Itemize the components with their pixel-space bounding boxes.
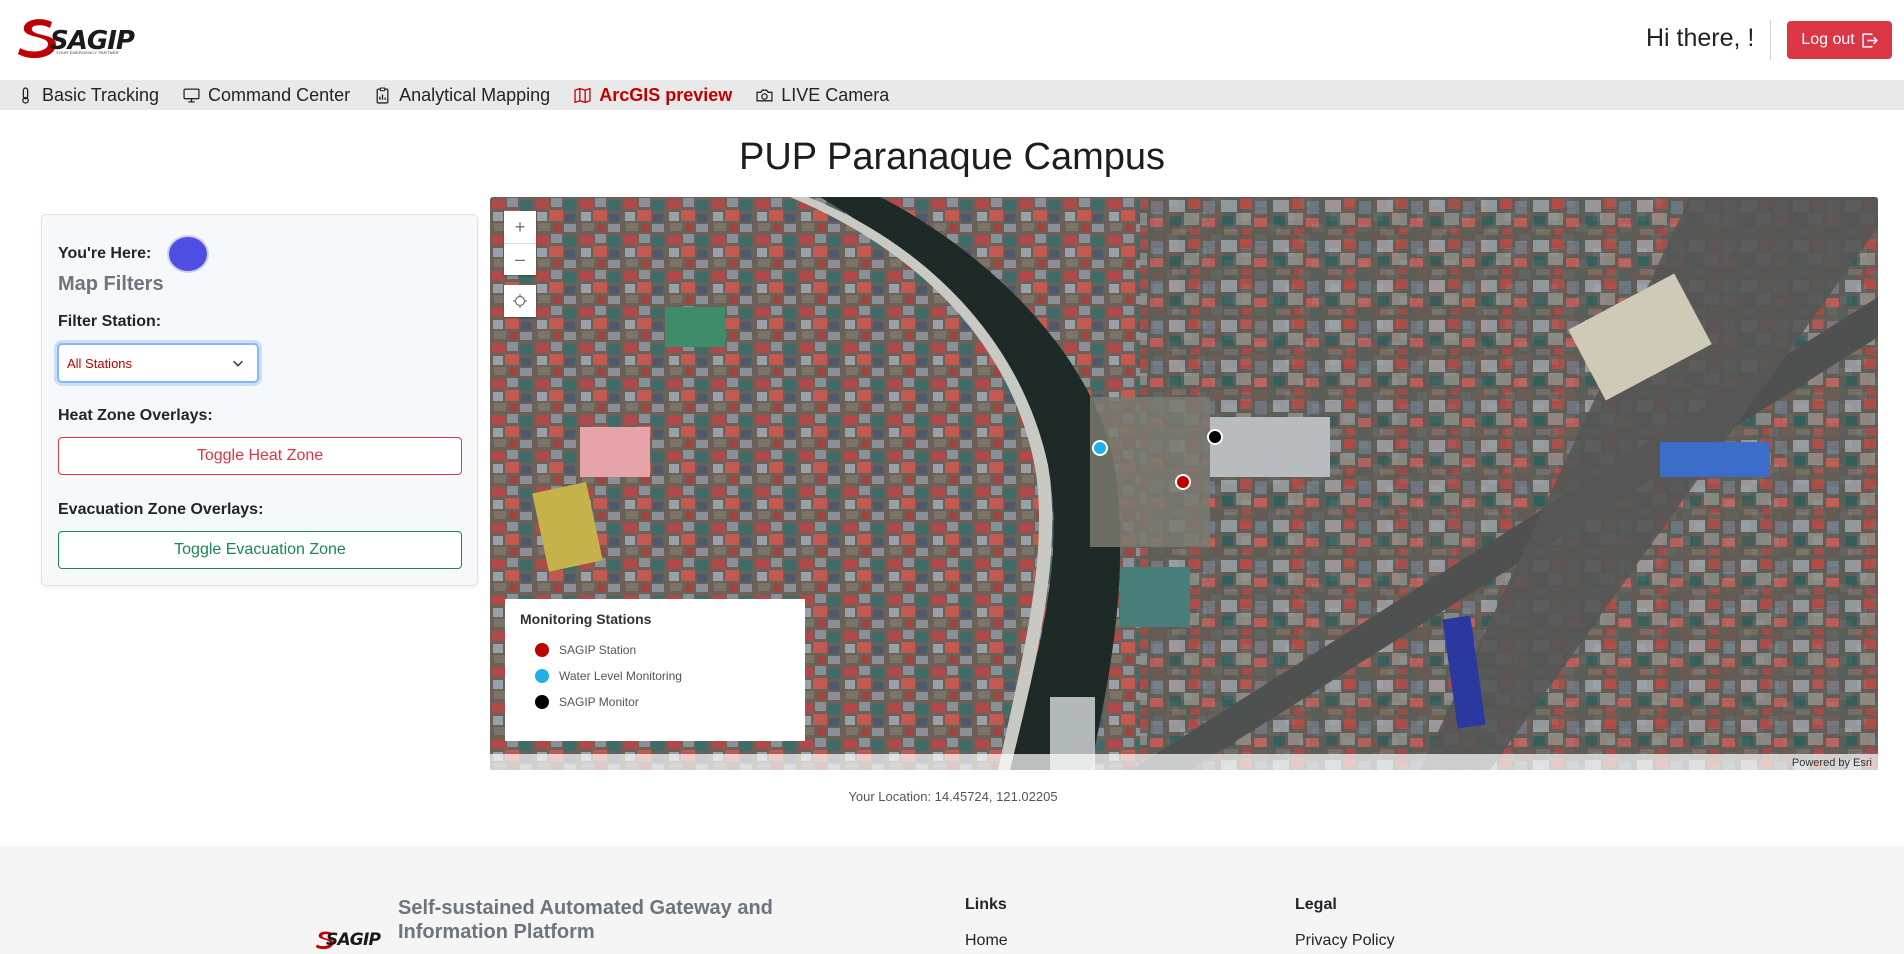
arcgis-map-view[interactable]: + – Monitoring Stations SAGIP Station Wa… — [490, 197, 1878, 770]
top-header: SAGIP YOUR EMERGENCY PARTNER Hi there, !… — [0, 0, 1904, 80]
sagip-station-marker[interactable] — [1175, 474, 1191, 490]
toggle-evacuation-zone-button[interactable]: Toggle Evacuation Zone — [58, 531, 462, 569]
map-zoom-controls: + – — [504, 211, 536, 275]
evacuation-zone-label: Evacuation Zone Overlays: — [58, 501, 264, 518]
nav-label: Analytical Mapping — [399, 84, 551, 105]
footer-brand-name: Self-sustained Automated Gateway and Inf… — [398, 897, 773, 943]
zoom-out-button[interactable]: – — [504, 243, 536, 275]
water-level-marker[interactable] — [1092, 440, 1108, 456]
nav-command-center[interactable]: Command Center — [183, 85, 350, 106]
legend-dot-blue — [535, 669, 549, 683]
esri-credit[interactable]: Powered by Esri — [1792, 757, 1872, 769]
footer-logo-text: SAGIP — [326, 930, 381, 950]
thermometer-icon — [22, 86, 29, 104]
nav-basic-tracking[interactable]: Basic Tracking — [17, 85, 159, 106]
locate-crosshair-icon — [513, 294, 527, 308]
nav-label: ArcGIS preview — [599, 84, 733, 105]
sagip-logo[interactable]: SAGIP YOUR EMERGENCY PARTNER — [18, 16, 135, 60]
your-location-text: Your Location: 14.45724, 121.02205 — [848, 789, 1058, 804]
station-select-value: All Stations — [67, 355, 133, 371]
heat-zone-label: Heat Zone Overlays: — [58, 407, 213, 424]
toggle-heat-zone-button[interactable]: Toggle Heat Zone — [58, 437, 462, 475]
nav-live-camera[interactable]: LIVE Camera — [756, 85, 889, 106]
you-are-here-label: You're Here: — [58, 245, 152, 262]
legend-title: Monitoring Stations — [520, 611, 652, 627]
legend-item: Water Level Monitoring — [520, 663, 790, 689]
footer-link-home[interactable]: Home — [965, 932, 1008, 950]
sagip-monitor-marker[interactable] — [1207, 429, 1223, 445]
legend-dot-red — [535, 643, 549, 657]
box-arrow-right-icon — [1862, 32, 1878, 48]
site-footer: SAGIP Self-sustained Automated Gateway a… — [0, 846, 1904, 954]
zoom-in-button[interactable]: + — [504, 211, 536, 243]
footer-legal-title: Legal — [1295, 896, 1337, 913]
logout-label: Log out — [1801, 31, 1855, 48]
legend-label: SAGIP Monitor — [559, 695, 639, 709]
nav-analytical-mapping[interactable]: Analytical Mapping — [374, 85, 550, 106]
nav-label: Basic Tracking — [42, 84, 160, 105]
logout-button[interactable]: Log out — [1787, 21, 1892, 59]
map-filters-title: Map Filters — [58, 273, 164, 295]
locate-button[interactable] — [504, 285, 536, 317]
you-are-here-dot — [167, 235, 210, 273]
header-divider — [1770, 20, 1771, 60]
station-select[interactable]: All Stations — [57, 343, 259, 383]
map-filters-card: You're Here: Map Filters Filter Station:… — [41, 214, 478, 586]
legend-label: Water Level Monitoring — [559, 669, 682, 683]
map-icon — [574, 87, 591, 103]
monitor-icon — [183, 87, 200, 103]
map-attribution-bar: Powered by Esri — [490, 754, 1878, 770]
main-nav: Basic Tracking Command Center Analytical… — [0, 80, 1904, 110]
nav-label: Command Center — [208, 84, 351, 105]
footer-logo[interactable]: SAGIP — [316, 926, 381, 952]
chevron-down-icon — [233, 360, 243, 367]
camera-icon — [756, 89, 773, 101]
user-greeting: Hi there, ! — [1646, 24, 1755, 52]
logo-tagline: YOUR EMERGENCY PARTNER — [56, 50, 119, 55]
legend-label: SAGIP Station — [559, 643, 637, 657]
filter-station-label: Filter Station: — [58, 313, 162, 330]
legend-item: SAGIP Station — [520, 637, 790, 663]
clipboard-data-icon — [376, 87, 389, 104]
you-are-here-row: You're Here: — [58, 235, 210, 273]
legend-dot-black — [535, 695, 549, 709]
page-title: PUP Paranaque Campus — [739, 136, 1165, 178]
nav-arcgis-preview[interactable]: ArcGIS preview — [574, 85, 732, 106]
nav-label: LIVE Camera — [781, 84, 890, 105]
footer-link-privacy-policy[interactable]: Privacy Policy — [1295, 932, 1395, 950]
footer-links-title: Links — [965, 896, 1007, 913]
map-legend: Monitoring Stations SAGIP Station Water … — [505, 599, 805, 741]
legend-item: SAGIP Monitor — [520, 689, 790, 715]
